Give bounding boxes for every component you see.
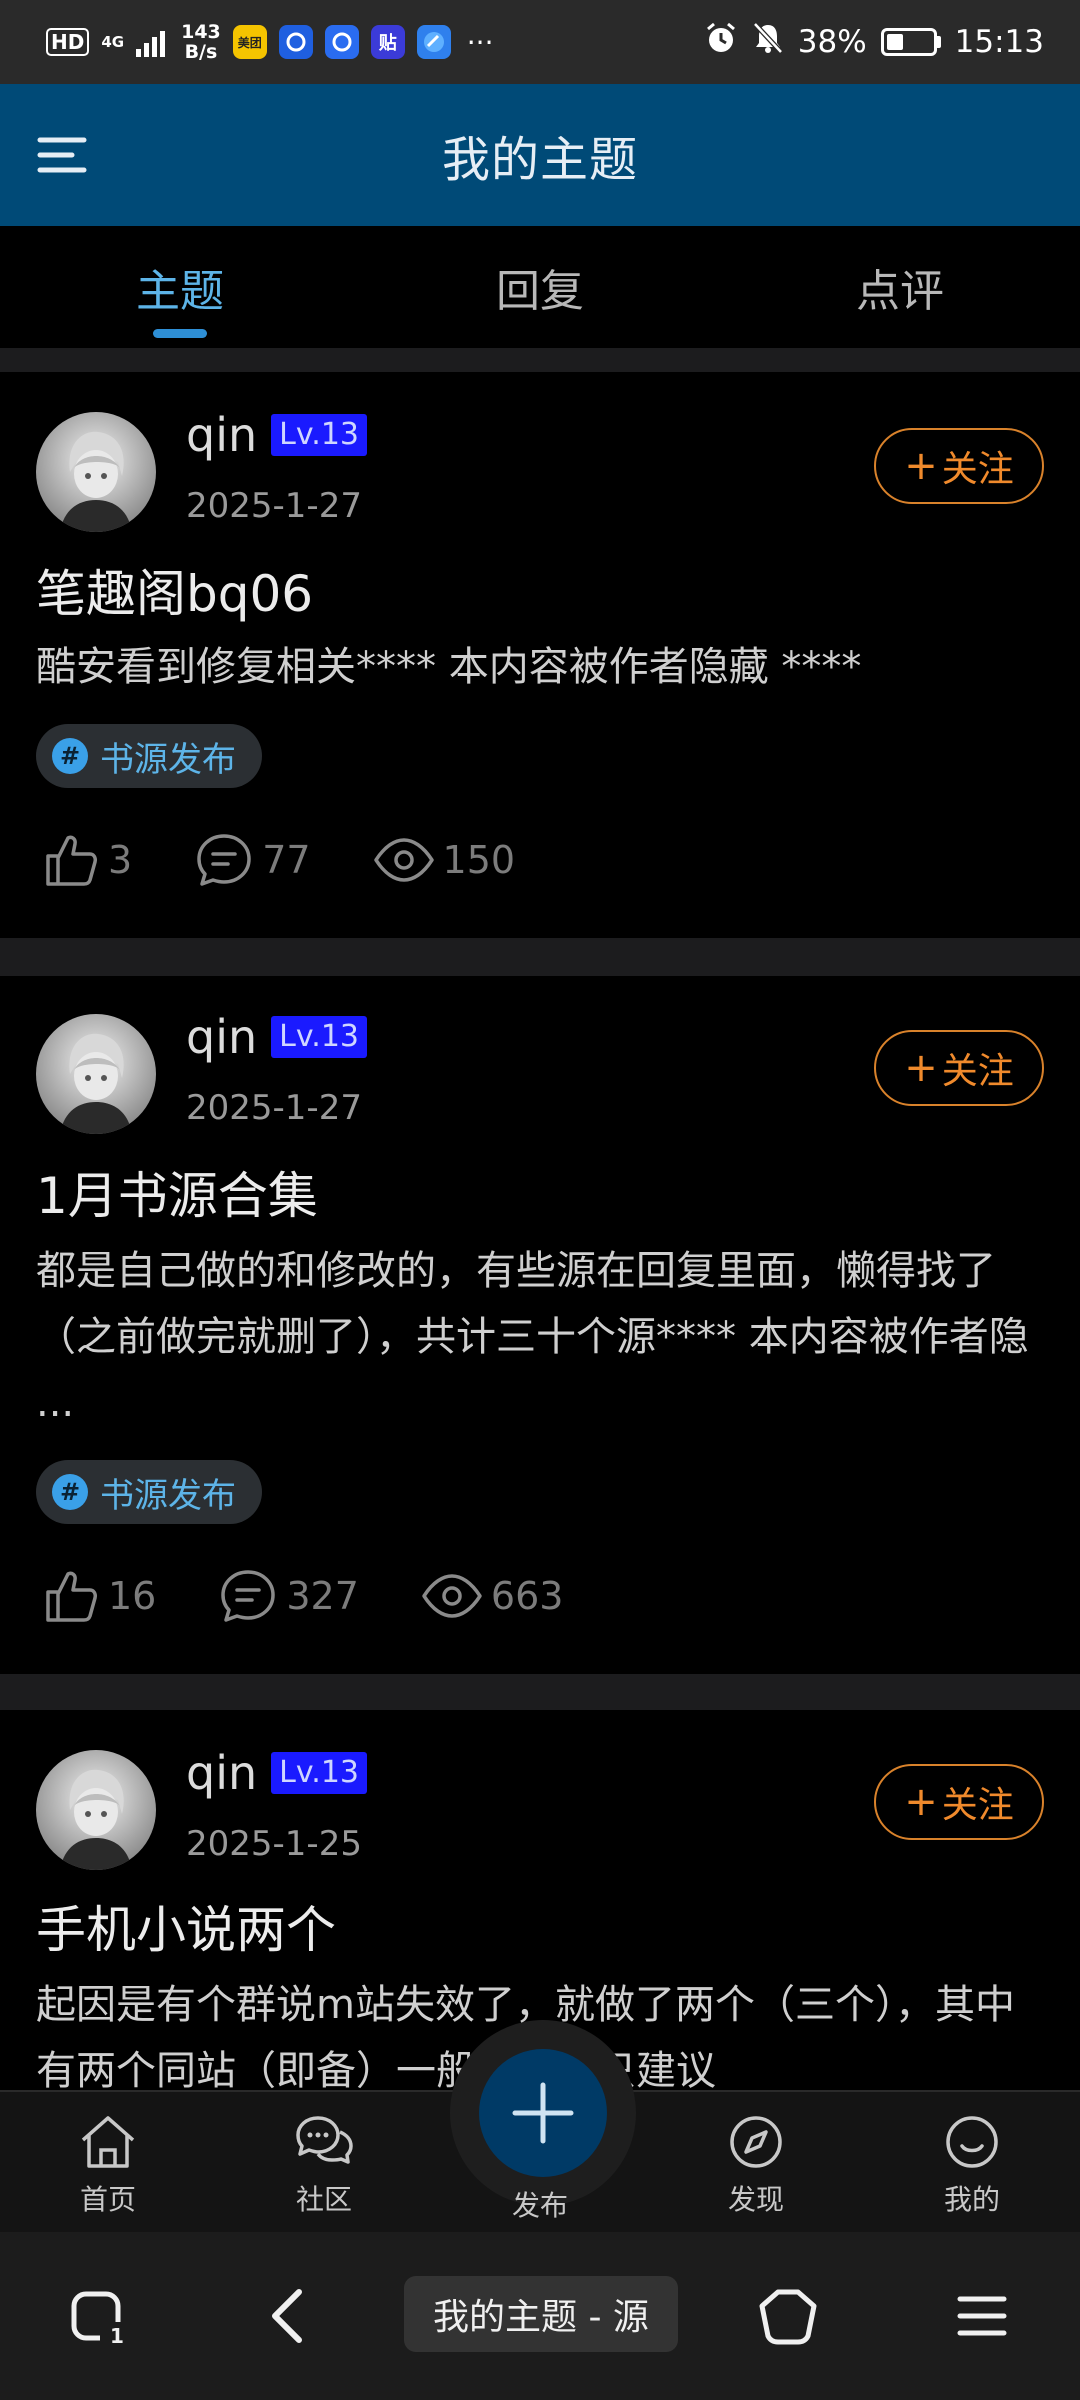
app-blue-icon	[278, 25, 313, 59]
comment-stat[interactable]: 77	[194, 830, 311, 890]
address-pill[interactable]: 我的主题 - 源	[404, 2276, 678, 2352]
post-title[interactable]: 手机小说两个	[36, 1890, 336, 1962]
svg-text:1: 1	[110, 2324, 124, 2348]
tabs-icon: 1	[71, 2291, 126, 2348]
follow-button[interactable]: + 关注	[874, 428, 1044, 504]
home-icon	[81, 2116, 135, 2168]
publish-fab[interactable]	[479, 2049, 607, 2177]
tieba-icon: 贴	[370, 25, 405, 59]
smiley-icon	[946, 2116, 998, 2168]
nav-home[interactable]: 首页	[0, 2092, 216, 2232]
tab-bar: 主题 回复 点评	[0, 226, 1080, 348]
like-stat[interactable]: 3	[40, 830, 132, 890]
network-speed: 143 B/s	[181, 21, 221, 63]
view-stat: 663	[421, 1566, 563, 1626]
tab-topics[interactable]: 主题	[0, 226, 360, 348]
app-bar: 我的主题	[0, 84, 1080, 226]
nav-discover[interactable]: 发现	[648, 2092, 864, 2232]
battery-icon	[880, 28, 941, 56]
comment-icon	[221, 1570, 276, 1622]
page-title: 我的主题	[441, 132, 638, 188]
post-card[interactable]: qin Lv.13 2025-1-27 + 关注 1月书源合集 都是自己做的和修…	[0, 976, 1080, 1674]
post-date: 2025-1-27	[186, 486, 362, 526]
hamburger-icon	[37, 137, 87, 173]
divider	[0, 348, 1080, 372]
comment-stat[interactable]: 327	[218, 1566, 359, 1626]
mute-bell-icon	[752, 21, 784, 63]
topic-tag[interactable]: # 书源发布	[36, 1460, 262, 1524]
avatar[interactable]	[36, 412, 156, 532]
post-date: 2025-1-25	[186, 1824, 362, 1864]
avatar[interactable]	[36, 1750, 156, 1870]
post-card[interactable]: qin Lv.13 2025-1-27 + 关注 笔趣阁bq06 酷安看到修复相…	[0, 372, 1080, 938]
network-type: 4G	[101, 32, 125, 51]
signal-icon	[136, 27, 166, 57]
home-hexagon-icon	[759, 2289, 817, 2345]
author-name[interactable]: qin	[186, 1010, 257, 1064]
post-stats: 3 77 150	[40, 830, 577, 890]
tab-replies[interactable]: 回复	[360, 226, 720, 348]
nav-mine[interactable]: 我的	[864, 2092, 1080, 2232]
post-title[interactable]: 笔趣阁bq06	[36, 554, 313, 626]
post-stats: 16 327 663	[40, 1566, 625, 1626]
view-stat: 150	[373, 830, 515, 890]
post-title[interactable]: 1月书源合集	[36, 1156, 318, 1228]
nav-community[interactable]: 社区	[216, 2092, 432, 2232]
chat-bubbles-icon	[296, 2116, 353, 2164]
battery-percent: 38%	[797, 24, 867, 60]
eye-icon	[422, 1574, 482, 1618]
plus-icon	[512, 2082, 574, 2144]
divider	[0, 938, 1080, 976]
back-arrow-icon	[272, 2289, 302, 2343]
eye-icon	[373, 838, 434, 882]
tab-indicator	[153, 329, 207, 338]
post-excerpt[interactable]: 都是自己做的和修改的，有些源在回复里面，懒得找了（之前做完就删了），共计三十个源…	[36, 1238, 1046, 1436]
post-excerpt[interactable]: 酷安看到修复相关**** 本内容被作者隐藏 ****	[36, 634, 1046, 700]
app-blue2-icon	[324, 25, 359, 59]
browser-icon	[416, 25, 451, 59]
home-button[interactable]	[752, 2280, 824, 2352]
avatar[interactable]	[36, 1014, 156, 1134]
like-stat[interactable]: 16	[40, 1566, 156, 1626]
plus-icon: +	[904, 1779, 938, 1825]
follow-button[interactable]: + 关注	[874, 1030, 1044, 1106]
plus-icon: +	[904, 443, 938, 489]
level-badge: Lv.13	[271, 1016, 367, 1058]
plus-icon: +	[904, 1045, 938, 1091]
level-badge: Lv.13	[271, 1752, 367, 1794]
clock: 15:13	[954, 24, 1044, 60]
tabs-button[interactable]: 1	[62, 2280, 134, 2352]
hashtag-icon: #	[52, 738, 88, 774]
follow-button[interactable]: + 关注	[874, 1764, 1044, 1840]
browser-menu-button[interactable]	[946, 2280, 1018, 2352]
menu-button[interactable]	[36, 130, 92, 180]
alarm-icon	[704, 21, 738, 63]
topic-tag[interactable]: # 书源发布	[36, 724, 262, 788]
hamburger-icon	[957, 2296, 1007, 2336]
back-button[interactable]	[252, 2280, 324, 2352]
hashtag-icon: #	[52, 1474, 88, 1510]
hd-indicator: HD	[46, 28, 90, 56]
thumbs-up-icon	[46, 1571, 97, 1622]
publish-label: 发布	[511, 2189, 568, 2222]
post-date: 2025-1-27	[186, 1088, 362, 1128]
more-notifications: ···	[466, 25, 494, 59]
comment-icon	[197, 834, 251, 886]
author-name[interactable]: qin	[186, 1746, 257, 1800]
compass-icon	[730, 2116, 782, 2168]
thumbs-up-icon	[46, 835, 97, 886]
system-nav-bar: 1 我的主题 - 源	[0, 2232, 1080, 2400]
tab-reviews[interactable]: 点评	[720, 226, 1080, 348]
publish-button[interactable]	[450, 2020, 636, 2206]
divider	[0, 1674, 1080, 1710]
level-badge: Lv.13	[271, 414, 367, 456]
status-bar: HD 4G 143 B/s 美团 贴 ··· 38% 15:13	[0, 0, 1080, 84]
author-name[interactable]: qin	[186, 408, 257, 462]
meituan-icon: 美团	[232, 25, 267, 59]
